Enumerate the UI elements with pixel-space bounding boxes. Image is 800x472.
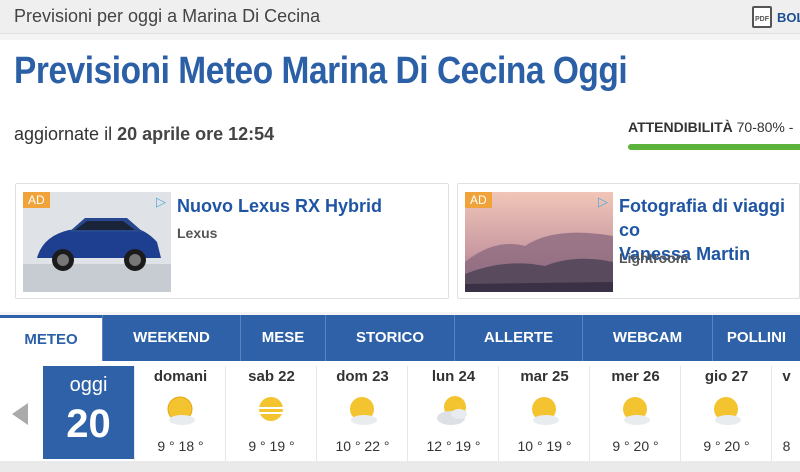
bottom-divider (0, 461, 800, 472)
breadcrumb: Previsioni per oggi a Marina Di Cecina (14, 6, 321, 26)
day-name: v (782, 368, 791, 385)
update-info: aggiornate il 20 aprile ore 12:54 (14, 124, 274, 145)
day-temp: 8 (782, 438, 791, 454)
ad-badge: AD (465, 192, 492, 208)
day-item[interactable]: domani 9 ° 18 ° (134, 366, 225, 466)
day-name: sab 22 (248, 368, 295, 385)
day-temp: 12 ° 19 ° (426, 438, 481, 454)
day-name: mer 26 (611, 368, 660, 385)
day-name: mar 25 (520, 368, 569, 385)
day-item[interactable]: sab 22 9 ° 19 ° (225, 366, 316, 466)
ad-brand: Lightroom (619, 250, 689, 266)
adchoices-icon[interactable]: ▷ (153, 194, 169, 210)
ad-headline-line1: Fotografia di viaggi co (619, 196, 786, 240)
day-today[interactable]: oggi 20 (43, 366, 134, 459)
ad-badge: AD (23, 192, 50, 208)
day-item[interactable]: dom 23 10 ° 22 ° (316, 366, 407, 466)
update-prefix: aggiornate il (14, 124, 118, 144)
ad-card-lexus[interactable]: AD ▷ Nuovo Lexus RX Hybrid Lexus (15, 183, 449, 299)
top-bar: Previsioni per oggi a Marina Di Cecina P… (0, 0, 800, 34)
pdf-icon[interactable]: PDF (752, 6, 772, 28)
today-number: 20 (66, 402, 111, 446)
day-name: gio 27 (704, 368, 749, 385)
tab-storico[interactable]: STORICO (325, 315, 454, 361)
day-temp: 9 ° 20 ° (703, 438, 750, 454)
reliability: ATTENDIBILITÀ 70-80% - (628, 119, 793, 135)
day-item[interactable]: mar 25 10 ° 19 ° (498, 366, 589, 466)
page-title: Previsioni Meteo Marina Di Cecina Oggi (14, 50, 628, 92)
sun-cloud-icon (350, 397, 377, 425)
day-temp: 10 ° 19 ° (517, 438, 572, 454)
arrow-left-icon[interactable] (12, 403, 28, 425)
ad-image-coast[interactable]: AD ▷ (465, 192, 613, 292)
day-item[interactable]: v 8 (771, 366, 800, 466)
ad-image-car[interactable]: AD ▷ (23, 192, 171, 292)
pdf-label: PDF (755, 16, 769, 23)
bollettino-link[interactable]: BOL (777, 10, 800, 25)
reliability-value: 70-80% - (736, 119, 794, 135)
sun-cloud-icon (714, 397, 741, 425)
day-item[interactable]: lun 24 12 ° 19 ° (407, 366, 498, 466)
day-temp: 10 ° 22 ° (335, 438, 390, 454)
day-name: lun 24 (431, 368, 476, 385)
sun-cloud-icon (623, 397, 650, 425)
tab-meteo[interactable]: METEO (0, 315, 102, 361)
sun-cloud-icon (167, 396, 195, 425)
forecast-tabs: METEO WEEKEND MESE STORICO ALLERTE WEBCA… (0, 315, 800, 361)
reliability-label: ATTENDIBILITÀ (628, 119, 733, 135)
ad-headline[interactable]: Nuovo Lexus RX Hybrid (177, 194, 382, 218)
today-label: oggi (69, 374, 108, 396)
ad-brand: Lexus (177, 225, 218, 241)
day-temp: 9 ° 18 ° (157, 438, 204, 454)
adchoices-icon[interactable]: ▷ (595, 194, 611, 210)
sun-cloud-icon (532, 397, 559, 425)
tab-allerte[interactable]: ALLERTE (454, 315, 582, 361)
ad-card-lightroom[interactable]: AD ▷ Fotografia di viaggi co Vanessa Mar… (457, 183, 800, 299)
sun-clouds-icon (437, 396, 467, 425)
day-name: dom 23 (336, 368, 389, 385)
sun-haze-icon (257, 397, 285, 421)
day-item[interactable]: gio 27 9 ° 20 ° (680, 366, 771, 466)
tab-pollini[interactable]: POLLINI (712, 315, 800, 361)
tab-webcam[interactable]: WEBCAM (582, 315, 712, 361)
day-temp: 9 ° 19 ° (248, 438, 295, 454)
day-name: domani (153, 368, 208, 385)
day-temp: 9 ° 20 ° (612, 438, 659, 454)
update-date: 20 aprile ore 12:54 (117, 124, 275, 144)
day-item[interactable]: mer 26 9 ° 20 ° (589, 366, 680, 466)
reliability-bar (628, 144, 800, 150)
tab-weekend[interactable]: WEEKEND (102, 315, 240, 361)
tab-mese[interactable]: MESE (240, 315, 325, 361)
